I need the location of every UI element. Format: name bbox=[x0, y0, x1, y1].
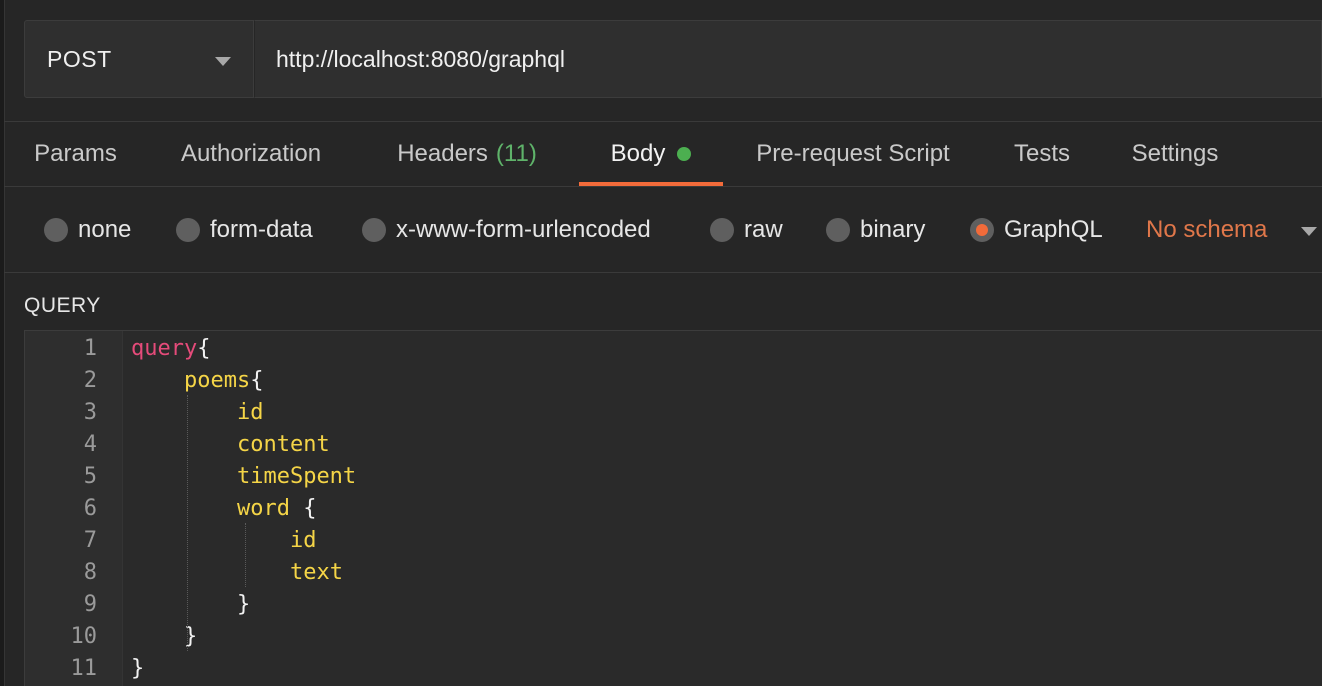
radio-label: raw bbox=[744, 216, 783, 243]
line-number: 1 bbox=[83, 336, 97, 361]
code-token: { bbox=[250, 368, 264, 393]
code-token: } bbox=[236, 592, 251, 617]
code-token: timeSpent bbox=[236, 464, 357, 489]
code-text: id bbox=[131, 397, 264, 429]
radio-icon bbox=[176, 218, 200, 242]
tab-label: Body bbox=[610, 140, 666, 167]
radio-label: x-www-form-urlencoded bbox=[396, 216, 651, 243]
code-line[interactable]: 1 query{ bbox=[25, 333, 1322, 365]
code-token: { bbox=[289, 496, 317, 521]
tab-body[interactable]: Body bbox=[579, 122, 723, 186]
code-token: id bbox=[289, 528, 317, 553]
line-number: 8 bbox=[83, 560, 97, 585]
divider bbox=[4, 186, 1322, 187]
code-token: id bbox=[236, 400, 264, 425]
code-line[interactable]: 6 word { bbox=[25, 493, 1322, 525]
code-token: text bbox=[289, 560, 343, 585]
code-line[interactable]: 4 content bbox=[25, 429, 1322, 461]
tab-label: Params bbox=[34, 140, 117, 167]
code-token: } bbox=[183, 624, 198, 649]
tab-pre-request-script[interactable]: Pre-request Script bbox=[723, 122, 983, 186]
http-method-select[interactable]: POST bbox=[24, 20, 254, 98]
code-line[interactable]: 11} bbox=[25, 653, 1322, 685]
code-text: poems{ bbox=[131, 365, 263, 397]
url-input[interactable]: http://localhost:8080/graphql bbox=[254, 20, 1322, 98]
code-text: } bbox=[131, 653, 144, 685]
indent-guide bbox=[245, 523, 246, 587]
body-type-form-data[interactable]: form-data bbox=[176, 216, 313, 244]
chevron-down-icon[interactable] bbox=[1301, 227, 1317, 236]
request-tabs: Params Authorization Headers (11) Body P… bbox=[4, 122, 1249, 186]
code-text: word { bbox=[131, 493, 316, 525]
tab-label: Settings bbox=[1131, 140, 1219, 167]
query-editor[interactable]: 1 query{2 poems{3 id 4 content 5 timeSpent 6… bbox=[24, 330, 1322, 686]
code-text: } bbox=[131, 589, 250, 621]
code-token: query bbox=[131, 336, 198, 361]
line-number: 7 bbox=[83, 528, 97, 553]
line-number: 4 bbox=[83, 432, 97, 457]
code-text: content bbox=[131, 429, 330, 461]
tab-tests[interactable]: Tests bbox=[983, 122, 1101, 186]
indent-guide bbox=[187, 395, 188, 651]
code-token: word bbox=[236, 496, 290, 521]
query-section-label: QUERY bbox=[24, 294, 101, 317]
code-line[interactable]: 9 } bbox=[25, 589, 1322, 621]
radio-label: GraphQL bbox=[1004, 216, 1103, 243]
line-number: 10 bbox=[70, 624, 98, 649]
radio-selected-icon bbox=[970, 218, 994, 242]
radio-icon bbox=[826, 218, 850, 242]
line-number: 9 bbox=[83, 592, 97, 617]
code-text: id bbox=[131, 525, 317, 557]
code-line[interactable]: 5 timeSpent bbox=[25, 461, 1322, 493]
schema-select-value: No schema bbox=[1146, 216, 1268, 243]
tab-settings[interactable]: Settings bbox=[1101, 122, 1249, 186]
code-token: content bbox=[236, 432, 330, 457]
code-token: poems bbox=[183, 368, 251, 393]
body-type-options: none form-data x-www-form-urlencoded raw… bbox=[4, 188, 1322, 272]
http-method-value: POST bbox=[47, 45, 112, 72]
code-token: { bbox=[197, 336, 211, 361]
body-type-none[interactable]: none bbox=[44, 216, 131, 244]
left-sidebar-edge bbox=[0, 0, 5, 686]
line-number: 2 bbox=[83, 368, 97, 393]
code-line[interactable]: 2 poems{ bbox=[25, 365, 1322, 397]
tab-label: Pre-request Script bbox=[756, 140, 950, 167]
tab-headers[interactable]: Headers (11) bbox=[355, 122, 579, 186]
code-token: } bbox=[131, 656, 145, 681]
body-type-urlencoded[interactable]: x-www-form-urlencoded bbox=[362, 216, 651, 244]
line-number: 6 bbox=[83, 496, 97, 521]
postman-request-editor: POST http://localhost:8080/graphql Param… bbox=[0, 0, 1322, 686]
headers-count-badge: (11) bbox=[495, 140, 537, 167]
radio-label: form-data bbox=[210, 216, 313, 243]
body-type-binary[interactable]: binary bbox=[826, 216, 925, 244]
tab-params[interactable]: Params bbox=[4, 122, 147, 186]
schema-select[interactable]: No schema bbox=[1146, 216, 1267, 244]
code-line[interactable]: 10 } bbox=[25, 621, 1322, 653]
code-line[interactable]: 8 text bbox=[25, 557, 1322, 589]
body-type-raw[interactable]: raw bbox=[710, 216, 783, 244]
code-text: query{ bbox=[131, 333, 210, 365]
divider bbox=[4, 272, 1322, 273]
radio-icon bbox=[362, 218, 386, 242]
code-line[interactable]: 3 id bbox=[25, 397, 1322, 429]
radio-icon bbox=[710, 218, 734, 242]
radio-label: binary bbox=[860, 216, 926, 243]
code-text: timeSpent bbox=[131, 461, 356, 493]
line-number: 3 bbox=[83, 400, 97, 425]
line-number: 11 bbox=[70, 656, 98, 681]
chevron-down-icon bbox=[215, 57, 231, 66]
code-text: text bbox=[131, 557, 343, 589]
request-bar: POST http://localhost:8080/graphql bbox=[24, 20, 1322, 100]
radio-label: none bbox=[78, 216, 132, 243]
tab-label: Tests bbox=[1013, 140, 1070, 167]
body-active-dot-icon bbox=[677, 147, 692, 161]
body-type-graphql[interactable]: GraphQL bbox=[970, 216, 1103, 244]
tab-authorization[interactable]: Authorization bbox=[147, 122, 355, 186]
code-line[interactable]: 7 id bbox=[25, 525, 1322, 557]
tab-label: Authorization bbox=[180, 140, 322, 167]
line-number: 5 bbox=[83, 464, 97, 489]
radio-icon bbox=[44, 218, 68, 242]
tab-label: Headers bbox=[397, 140, 488, 167]
